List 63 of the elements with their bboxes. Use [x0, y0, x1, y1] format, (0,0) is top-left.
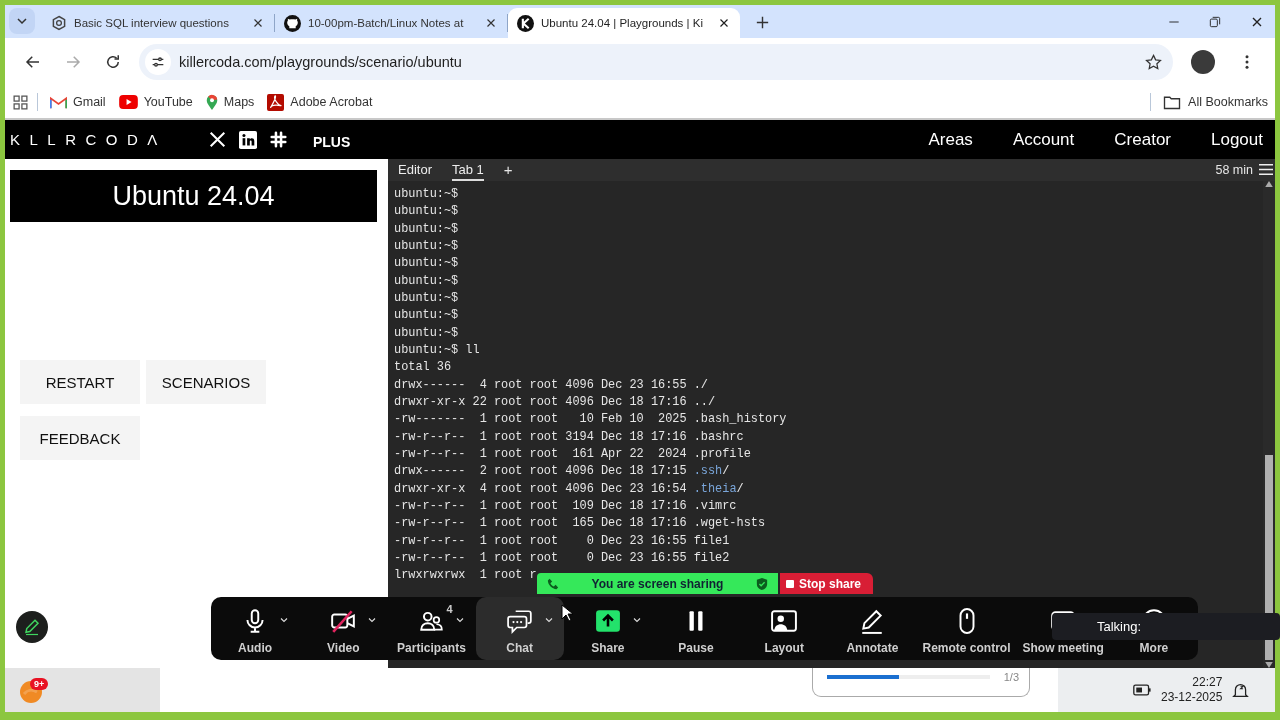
- clock[interactable]: 22:27 23-12-2025: [1161, 675, 1223, 705]
- scenario-title: Ubuntu 24.04: [10, 170, 377, 222]
- url-text: killercoda.com/playgrounds/scenario/ubuntu: [179, 54, 463, 70]
- add-tab-button[interactable]: +: [503, 159, 513, 181]
- toolbar-button[interactable]: Video: [299, 597, 388, 660]
- terminal-line: -rw------- 1 root root 10 Feb 10 2025 .bash_history: [394, 411, 787, 429]
- terminal-line: -rw-r--r-- 1 root root 109 Dec 18 17:16 .vimrc: [394, 497, 737, 515]
- terminal-line: -rw-r--r-- 1 root root 0 Dec 23 16:55 file2: [394, 549, 730, 567]
- plus-link[interactable]: PLUS: [312, 133, 351, 150]
- terminal-line: ubuntu:~$: [394, 186, 459, 203]
- browser-tab[interactable]: Ubuntu 24.04 | Playgrounds | Ki: [508, 8, 740, 38]
- terminal-tab[interactable]: Editor: [398, 159, 432, 181]
- terminal-line: -rw-r--r-- 1 root root 0 Dec 23 16:55 file1: [394, 532, 730, 550]
- bookmark[interactable]: Maps: [205, 93, 255, 111]
- nav-link[interactable]: Areas: [928, 129, 973, 150]
- toolbar-button[interactable]: Annotate: [828, 597, 917, 660]
- terminal-line: total 36: [394, 359, 452, 377]
- stop-share-button[interactable]: Stop share: [780, 573, 873, 594]
- talking-tooltip: Talking:: [1052, 613, 1280, 640]
- terminal-line: ubuntu:~$: [394, 289, 459, 307]
- terminal-line: -rw-r--r-- 1 root root 165 Dec 18 17:16 .wget-hsts: [394, 515, 766, 533]
- terminal-line: ubuntu:~$: [394, 238, 459, 255]
- terminal-line: -rw-r--r-- 1 root root 161 Apr 22 2024 .profile: [394, 445, 751, 463]
- all-bookmarks-button[interactable]: All Bookmarks: [1142, 93, 1268, 111]
- terminal-line: drwxr-xr-x 22 root root 4096 Dec 18 17:16 ../: [394, 393, 716, 411]
- sidebar-button[interactable]: RESTART: [20, 360, 140, 404]
- terminal-line: ubuntu:~$: [394, 255, 459, 273]
- nav-link[interactable]: Logout: [1211, 129, 1263, 150]
- bookmark[interactable]: Adobe Acrobat: [267, 93, 373, 111]
- browser-tab[interactable]: 10-00pm-Batch/Linux Notes at: [275, 8, 507, 38]
- toolbar-button[interactable]: Share: [563, 597, 652, 660]
- terminal-tab[interactable]: Tab 1: [451, 159, 484, 181]
- toolbar-button[interactable]: Chat: [475, 597, 564, 660]
- terminal-line: ubuntu:~$: [394, 220, 459, 238]
- progress-count: 1/3: [1003, 671, 1019, 683]
- terminal-line: -rw-r--r-- 1 root root 3194 Dec 18 17:16 .bashrc: [394, 428, 744, 446]
- nav-link[interactable]: Account: [1012, 129, 1075, 150]
- toolbar-button[interactable]: Remote control: [916, 597, 1017, 660]
- bookmark[interactable]: YouTube: [118, 95, 193, 109]
- browser-tab[interactable]: Basic SQL interview questions: [42, 8, 274, 38]
- terminal-line: ubuntu:~$ ll: [394, 341, 480, 359]
- terminal-line: lrwxrwxrwx 1 root r: [394, 567, 537, 585]
- terminal-line: ubuntu:~$: [394, 272, 459, 290]
- sidebar-button[interactable]: FEEDBACK: [20, 416, 140, 460]
- terminal-line: ubuntu:~$: [394, 307, 459, 325]
- terminal-line: ubuntu:~$: [394, 324, 459, 342]
- sharing-banner: You are screen sharing: [537, 573, 778, 594]
- site-logo[interactable]: KLLRCODΛ: [10, 131, 167, 148]
- timer-text: 58 min: [1215, 162, 1254, 179]
- terminal-line: drwx------ 4 root root 4096 Dec 23 16:55 ./: [394, 376, 708, 394]
- participant-count: 4: [446, 603, 453, 615]
- toolbar-button[interactable]: 4 Participants: [387, 597, 476, 660]
- notification-badge: 9+: [30, 678, 49, 690]
- toolbar-button[interactable]: Layout: [740, 597, 829, 660]
- bookmark[interactable]: Gmail: [50, 95, 106, 109]
- sidebar-button[interactable]: SCENARIOS: [146, 360, 266, 404]
- address-bar[interactable]: killercoda.com/playgrounds/scenario/ubuntu: [139, 44, 1173, 80]
- terminal-line: ubuntu:~$: [394, 203, 459, 221]
- nav-link[interactable]: Creator: [1114, 129, 1171, 150]
- toolbar-button[interactable]: Pause: [651, 597, 741, 660]
- terminal-line: drwxr-xr-x 4 root root 4096 Dec 23 16:54 .theia/: [394, 480, 744, 498]
- toolbar-button[interactable]: Audio: [211, 597, 300, 660]
- terminal-line: drwx------ 2 root root 4096 Dec 18 17:15 .ssh/: [394, 463, 730, 481]
